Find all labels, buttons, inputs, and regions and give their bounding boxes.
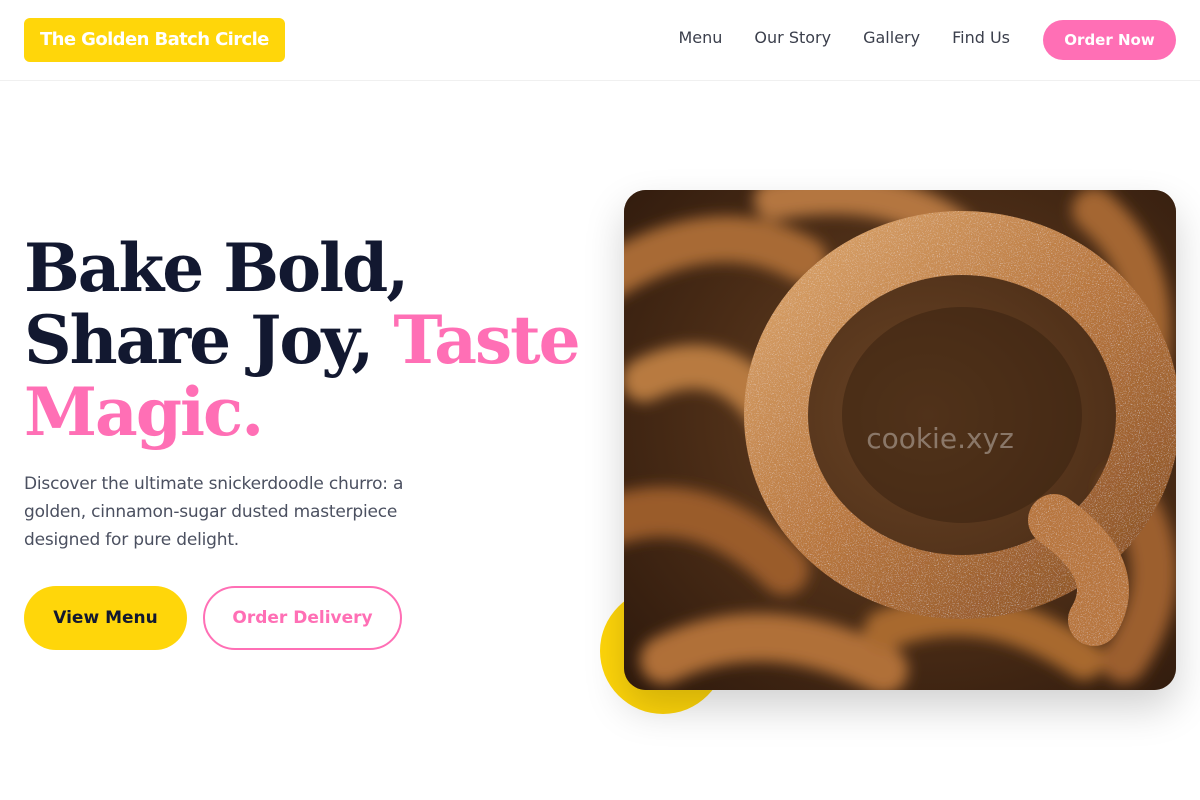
hero-image: cookie.xyz [624,190,1176,690]
hero-title-line-2: Share Joy, [24,301,374,379]
hero-description: Discover the ultimate snickerdoodle chur… [24,474,404,550]
nav-link-menu[interactable]: Menu [678,27,722,49]
navbar: The Golden Batch Circle Menu Our Story G… [0,0,1200,81]
hero-title: Bake Bold, Share Joy, Taste Magic. [24,232,584,448]
order-delivery-button[interactable]: Order Delivery [203,586,402,650]
watermark-text: cookie.xyz [866,422,1014,455]
order-now-button[interactable]: Order Now [1043,20,1176,60]
nav-link-our-story[interactable]: Our Story [754,27,831,49]
nav-link-gallery[interactable]: Gallery [863,27,920,49]
nav-link-find-us[interactable]: Find Us [952,27,1010,49]
view-menu-button[interactable]: View Menu [24,586,187,650]
landing-page: The Golden Batch Circle Menu Our Story G… [0,0,1200,800]
brand-logo[interactable]: The Golden Batch Circle [24,18,285,62]
nav-links: Menu Our Story Gallery Find Us [678,27,1010,49]
hero-title-line-1: Bake Bold, [24,229,409,307]
